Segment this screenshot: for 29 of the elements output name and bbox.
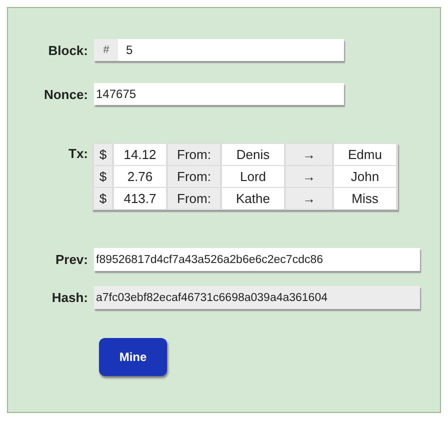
sender-cell[interactable]: Denis [222, 144, 284, 165]
field-label: Hash: [50, 290, 89, 305]
recipient-cell[interactable]: Miss [334, 188, 396, 209]
hash-sign-prefix: # [94, 39, 118, 61]
amount-cell[interactable]: 413.7 [114, 188, 166, 209]
field-label: Tx: [68, 145, 89, 161]
currency-cell: $ [94, 166, 112, 187]
amount-cell[interactable]: 14.12 [114, 144, 166, 165]
sender-cell[interactable]: Kathe [222, 188, 284, 209]
from-label-cell: From: [168, 144, 220, 165]
arrow-cell: → [286, 166, 332, 187]
arrow-cell: → [286, 144, 332, 165]
from-label-cell: From: [168, 166, 220, 187]
hash-field[interactable]: f89526817d4cf7a43a526a2b6e6c2ec7cdc86 [94, 248, 420, 271]
recipient-cell[interactable]: Edmu [334, 144, 396, 165]
recipient-cell[interactable]: John [334, 166, 396, 187]
field-label: Block: [47, 42, 89, 58]
from-label-cell: From: [168, 188, 220, 209]
mine-button[interactable]: Mine [99, 338, 167, 376]
currency-cell: $ [94, 188, 112, 209]
currency-cell: $ [94, 144, 112, 165]
field-label: Prev: [54, 252, 89, 267]
sender-cell[interactable]: Lord [222, 166, 284, 187]
arrow-cell: → [286, 188, 332, 209]
field-label: Nonce: [42, 86, 89, 102]
nonce-field[interactable]: 147675 [94, 83, 344, 105]
amount-cell[interactable]: 2.76 [114, 166, 166, 187]
block-number-field[interactable]: # 5 [94, 39, 344, 61]
hash-field: a7fc03ebf82ecaf46731c6698a039a4a361604 [94, 286, 420, 309]
